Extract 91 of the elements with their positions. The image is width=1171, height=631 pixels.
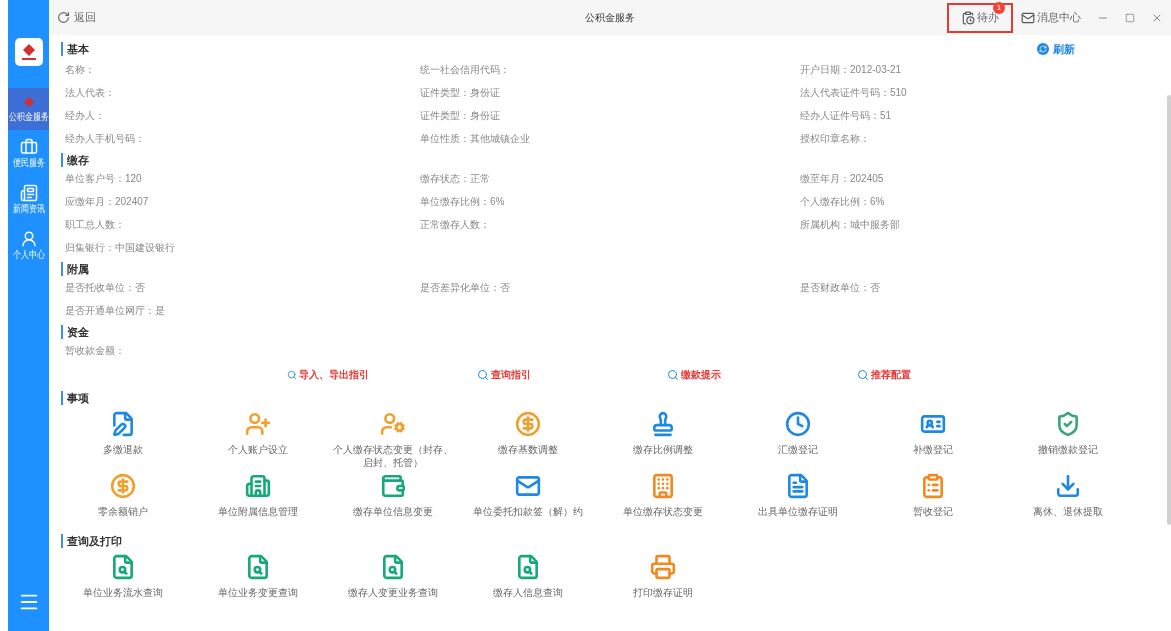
field-text: 统一社会信用代码： <box>420 62 510 77</box>
nav-item[interactable]: 便民服务 <box>8 130 49 176</box>
field-text: 证件类型：身份证 <box>420 108 500 123</box>
nav-icon <box>19 138 38 156</box>
nav-icon <box>19 184 38 202</box>
user-plus-icon <box>244 410 271 437</box>
service-tile[interactable]: 单位业务流水查询 <box>55 549 190 612</box>
field-text: 单位缴存比例：6% <box>420 194 505 209</box>
field-text: 授权印章名称： <box>800 131 870 146</box>
service-tile[interactable]: 缴存人变更业务查询 <box>325 549 460 612</box>
coin-icon <box>514 410 541 437</box>
service-tile[interactable]: 缴存比例调整 <box>595 406 730 469</box>
service-tile[interactable]: 补缴登记 <box>865 406 1000 469</box>
section-title: 查询及打印 <box>61 533 122 548</box>
service-tile[interactable]: 出具单位缴存证明 <box>730 468 865 531</box>
service-tile[interactable]: 暂收登记 <box>865 468 1000 531</box>
notification-badge: 1 <box>993 1 1005 14</box>
field-text: 归集银行：中国建设银行 <box>65 240 175 255</box>
section-title: 附属 <box>61 261 89 276</box>
field-text: 单位客户号：120 <box>65 171 142 186</box>
guide-link[interactable]: 缴款提示 <box>667 367 749 382</box>
field-text: 经办人手机号码： <box>65 131 145 146</box>
service-tile[interactable]: 缴存单位信息变更 <box>325 468 460 531</box>
nav-item[interactable]: 公积金服务 <box>8 88 49 130</box>
building-icon <box>244 472 271 499</box>
field-text: 所属机构：城中服务部 <box>800 217 900 232</box>
service-tile[interactable]: 缴存基数调整 <box>460 406 595 469</box>
service-tile[interactable]: 多缴退款 <box>55 406 190 469</box>
field-text: 法人代表： <box>65 85 115 100</box>
section-title: 缴存 <box>61 152 89 167</box>
service-tile[interactable]: 撤销缴款登记 <box>1000 406 1135 469</box>
service-tile[interactable]: 离休、退休提取 <box>1000 468 1135 531</box>
guide-link[interactable]: 查询指引 <box>477 367 559 382</box>
field-text: 证件类型：身份证 <box>420 85 500 100</box>
search-icon <box>857 368 869 381</box>
field-text: 法人代表证件号码：510 <box>800 85 907 100</box>
guide-link[interactable]: 推荐配置 <box>857 367 939 382</box>
field-text: 正常缴存人数： <box>420 217 490 232</box>
section-title: 基本 <box>61 42 89 57</box>
field-text: 单位性质：其他城镇企业 <box>420 131 530 146</box>
field-text: 缴至年月：202405 <box>800 171 884 186</box>
field-text: 是否差异化单位：否 <box>420 280 510 295</box>
field-text: 暂收款金额： <box>65 343 125 358</box>
window-title: 公积金服务 <box>585 11 635 25</box>
section-title: 资金 <box>61 324 89 339</box>
service-tile[interactable]: 个人账户设立 <box>190 406 325 469</box>
field-text: 应缴年月：202407 <box>65 194 149 209</box>
wallet-icon <box>379 472 406 499</box>
search-icon <box>667 368 679 381</box>
maximize-icon[interactable] <box>1125 12 1135 23</box>
service-tile[interactable]: 缴存人信息查询 <box>460 549 595 612</box>
scrollbar[interactable] <box>1167 95 1171 525</box>
refresh-icon <box>1037 43 1049 56</box>
field-text: 是否开通单位网厅：是 <box>65 303 165 318</box>
nav-item[interactable]: 个人中心 <box>8 222 49 268</box>
field-text: 职工总人数： <box>65 217 125 232</box>
todo-button[interactable]: 待办 1 <box>947 2 1013 33</box>
coin-icon <box>109 472 136 499</box>
service-tile[interactable]: 单位附属信息管理 <box>190 468 325 531</box>
field-text: 经办人： <box>65 108 105 123</box>
nav-item[interactable]: 新闻资讯 <box>8 176 49 222</box>
field-text: 缴存状态：正常 <box>420 171 490 186</box>
clock-icon <box>784 410 811 437</box>
guide-link[interactable]: 导入、导出指引 <box>287 367 369 382</box>
service-tile[interactable]: 单位缴存状态变更 <box>595 468 730 531</box>
download-icon <box>1054 472 1081 499</box>
service-tile[interactable]: 单位业务变更查询 <box>190 549 325 612</box>
search-icon <box>287 368 297 381</box>
refresh-icon <box>57 11 70 24</box>
user-gear-icon <box>379 410 406 437</box>
logo-icon <box>14 38 43 66</box>
field-text: 开户日期：2012-03-21 <box>800 62 902 77</box>
service-tile[interactable]: 单位委托扣款签（解）约 <box>460 468 595 531</box>
clipboard-clock-icon <box>961 10 975 25</box>
service-tile[interactable]: 个人缴存状态变更（封存、启封、托管） <box>325 406 460 469</box>
refresh-button[interactable]: 刷新 <box>1037 41 1075 58</box>
field-text: 名称： <box>65 62 95 77</box>
field-text: 个人缴存比例：6% <box>800 194 885 209</box>
service-tile[interactable]: 打印缴存证明 <box>595 549 730 612</box>
nav-icon <box>19 230 38 248</box>
section-title: 事项 <box>61 390 89 405</box>
service-tile[interactable]: 汇缴登记 <box>730 406 865 469</box>
back-button[interactable]: 返回 <box>57 9 96 26</box>
printer-icon <box>649 553 676 580</box>
field-text: 是否托收单位：否 <box>65 280 145 295</box>
envelope-icon <box>1021 10 1035 25</box>
service-tile[interactable]: 零余额销户 <box>55 468 190 531</box>
search-icon <box>477 368 489 381</box>
message-center-button[interactable]: 消息中心 <box>1021 9 1081 26</box>
field-text: 是否财政单位：否 <box>800 280 880 295</box>
field-text: 经办人证件号码：51 <box>800 108 892 123</box>
